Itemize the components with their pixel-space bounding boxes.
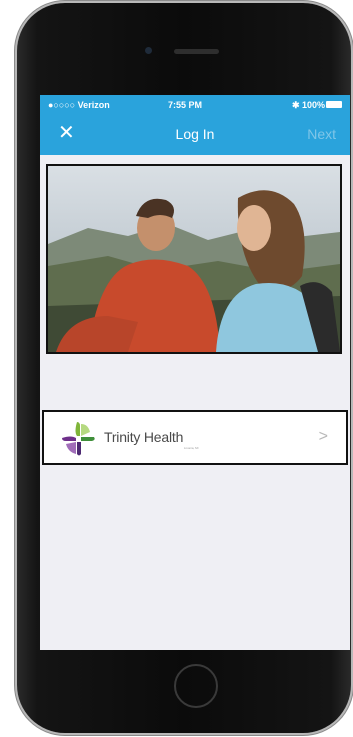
front-camera	[145, 47, 152, 54]
phone-mockup: ●○○○○ Verizon 7:55 PM ✱ 100% ✕ Log In Ne…	[0, 0, 353, 737]
organization-name: Trinity Health	[104, 429, 184, 445]
battery-icon	[326, 101, 342, 108]
app-screen: ●○○○○ Verizon 7:55 PM ✱ 100% ✕ Log In Ne…	[40, 95, 350, 650]
battery-percent: 100%	[302, 100, 326, 110]
organization-list-item[interactable]: Trinity Health Livonia, MI >	[42, 410, 348, 465]
carrier-label: ●○○○○ Verizon	[48, 100, 110, 110]
earpiece-speaker	[174, 49, 219, 54]
navigation-bar: ✕ Log In Next	[40, 115, 350, 155]
bluetooth-icon: ✱	[292, 100, 300, 110]
hero-image	[46, 164, 342, 354]
trinity-health-cross-logo-icon	[62, 422, 95, 456]
clock: 7:55 PM	[168, 100, 203, 110]
home-button	[174, 664, 218, 708]
organization-tagline: Livonia, MI	[184, 446, 199, 450]
chevron-right-icon: >	[318, 428, 328, 445]
status-bar: ●○○○○ Verizon 7:55 PM ✱ 100%	[40, 95, 350, 115]
photo-couple-outdoors-icon	[48, 166, 340, 352]
page-title: Log In	[175, 126, 215, 142]
next-button[interactable]: Next	[307, 126, 336, 142]
